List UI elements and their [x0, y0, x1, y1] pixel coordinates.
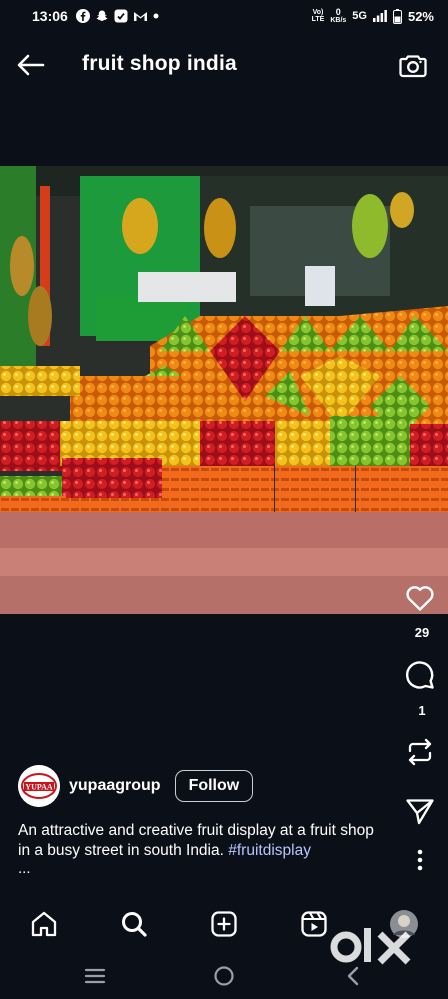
gmail-icon — [133, 10, 148, 22]
comment-button[interactable] — [404, 660, 436, 692]
app-header: fruit shop india — [0, 36, 448, 92]
repost-button[interactable] — [404, 736, 436, 768]
speed-indicator: 0 KB/s — [330, 7, 347, 25]
comment-icon — [405, 661, 434, 689]
home-icon — [31, 911, 57, 937]
post-image[interactable] — [0, 166, 448, 614]
caption-more[interactable]: ... — [18, 860, 31, 877]
share-button[interactable] — [404, 795, 436, 827]
dot-icon — [153, 13, 159, 19]
speed-value: 0 — [335, 7, 341, 17]
recent-apps-icon — [84, 968, 106, 984]
author-username[interactable]: yupaagroup — [69, 777, 161, 795]
more-options-button[interactable] — [404, 844, 436, 876]
like-button[interactable] — [404, 582, 436, 614]
status-time: 13:06 — [32, 8, 68, 24]
status-bar: 13:06 Vo) LTE 0 KB/s 5G 52% — [0, 0, 448, 32]
send-icon — [406, 799, 434, 825]
back-button[interactable] — [16, 50, 46, 80]
notification-icons — [75, 9, 159, 23]
nav-create[interactable] — [206, 906, 242, 942]
comment-count: 1 — [418, 703, 426, 718]
home-system-button[interactable] — [210, 962, 238, 990]
volte-top: Vo) — [312, 9, 324, 16]
nav-home[interactable] — [26, 906, 62, 942]
camera-icon — [399, 55, 427, 78]
heart-icon — [406, 586, 434, 611]
speed-unit: KB/s — [330, 17, 347, 24]
nav-search[interactable] — [116, 906, 152, 942]
follow-button[interactable]: Follow — [174, 770, 254, 802]
yupaa-logo-icon: YUPAA — [18, 765, 60, 807]
system-nav — [0, 952, 448, 999]
volte-bottom: LTE — [311, 16, 325, 23]
snapchat-icon — [95, 9, 109, 23]
reels-icon — [301, 911, 327, 937]
create-icon — [211, 911, 237, 937]
avatar-text: YUPAA — [25, 783, 53, 792]
repost-icon — [408, 738, 432, 766]
app-icon — [114, 9, 128, 23]
signal-icon — [372, 10, 387, 22]
fruit-display-illustration — [0, 166, 448, 614]
circle-home-icon — [214, 966, 234, 986]
signal-label: 5G — [352, 10, 367, 22]
recent-apps-button[interactable] — [81, 962, 109, 990]
camera-button[interactable] — [398, 50, 428, 80]
like-count: 29 — [414, 625, 430, 640]
nav-reels[interactable] — [296, 906, 332, 942]
battery-percent: 52% — [407, 8, 434, 24]
page-title: fruit shop india — [82, 52, 237, 75]
author-row: YUPAA yupaagroup Follow — [18, 764, 254, 808]
chevron-left-icon — [347, 966, 359, 986]
back-system-button[interactable] — [339, 962, 367, 990]
search-icon — [122, 912, 147, 937]
post-caption[interactable]: An attractive and creative fruit display… — [18, 821, 390, 861]
status-left: 13:06 — [32, 8, 159, 24]
caption-hashtag[interactable]: #fruitdisplay — [228, 842, 311, 859]
volte-indicator: Vo) LTE — [312, 9, 325, 23]
caption-text: An attractive and creative fruit display… — [18, 822, 374, 859]
more-vertical-icon — [417, 849, 423, 871]
arrow-left-icon — [17, 54, 45, 76]
battery-icon — [392, 8, 402, 24]
facebook-icon — [75, 9, 90, 23]
author-avatar[interactable]: YUPAA — [18, 765, 60, 807]
status-right: Vo) LTE 0 KB/s 5G 52% — [312, 7, 434, 25]
